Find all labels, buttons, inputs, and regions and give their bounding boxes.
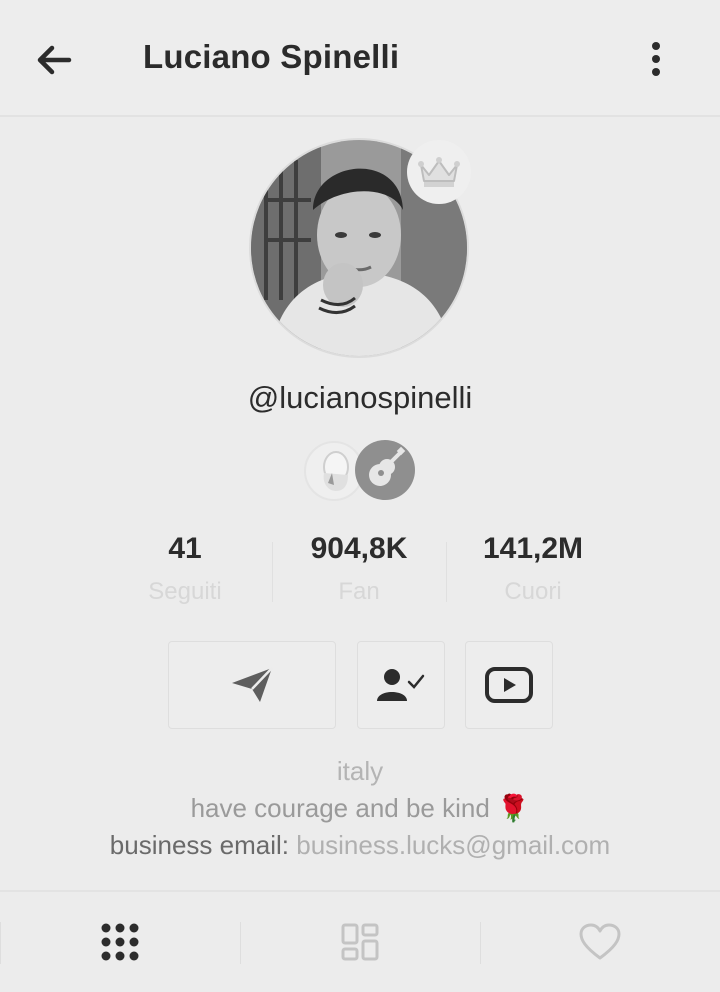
crown-icon — [418, 157, 460, 187]
profile-avatar-container — [249, 138, 471, 358]
youtube-button[interactable] — [465, 641, 553, 729]
bio-email-label: business email: — [109, 830, 289, 860]
stat-hearts-value: 141,2M — [482, 532, 584, 565]
send-icon — [232, 667, 273, 702]
follow-button[interactable] — [357, 641, 445, 729]
content-tab-bar — [0, 890, 720, 992]
stat-fans-label: Fan — [338, 578, 380, 605]
youtube-icon — [485, 667, 533, 703]
top-app-bar: Luciano Spinelli — [0, 0, 720, 117]
stat-hearts[interactable]: 141,2M Cuori — [448, 532, 618, 606]
guitar-icon — [369, 446, 406, 486]
stat-hearts-label: Cuori — [504, 578, 562, 605]
stat-fans-value: 904,8K — [310, 532, 408, 565]
stat-following-value: 41 — [168, 532, 202, 565]
bio-email: business email: business.lucks@gmail.com — [0, 827, 720, 864]
tab-liked[interactable] — [480, 892, 720, 992]
stat-following[interactable]: 41 Seguiti — [100, 532, 270, 606]
username: @lucianospinelli — [247, 380, 473, 415]
profile-bio: italy have courage and be kind 🌹 busines… — [0, 753, 720, 864]
bio-location: italy — [336, 756, 384, 786]
tab-collections[interactable] — [240, 892, 480, 992]
back-button[interactable] — [30, 38, 78, 82]
stat-divider — [272, 542, 273, 602]
crown-badge — [407, 140, 471, 204]
person-badge-icon — [323, 451, 349, 491]
page-title: Luciano Spinelli — [143, 38, 400, 75]
collections-icon — [341, 923, 379, 961]
message-button[interactable] — [168, 641, 336, 729]
grid-icon — [101, 923, 139, 961]
bio-email-value[interactable]: business.lucks@gmail.com — [296, 830, 610, 860]
stat-divider — [446, 542, 447, 602]
stat-fans[interactable]: 904,8K Fan — [274, 532, 444, 606]
arrow-left-icon — [37, 45, 72, 75]
heart-icon — [579, 923, 621, 960]
profile-stats: 41 Seguiti 904,8K Fan 141,2M Cuori — [100, 532, 620, 612]
stat-following-label: Seguiti — [148, 578, 222, 605]
bio-motto: have courage and be kind 🌹 — [190, 793, 530, 823]
profile-badges — [304, 440, 416, 502]
more-vertical-icon — [652, 42, 660, 76]
tab-videos[interactable] — [0, 892, 240, 992]
more-options-button[interactable] — [636, 36, 676, 82]
guitar-badge[interactable] — [355, 440, 415, 500]
user-check-icon — [377, 669, 425, 701]
profile-actions — [0, 641, 720, 729]
